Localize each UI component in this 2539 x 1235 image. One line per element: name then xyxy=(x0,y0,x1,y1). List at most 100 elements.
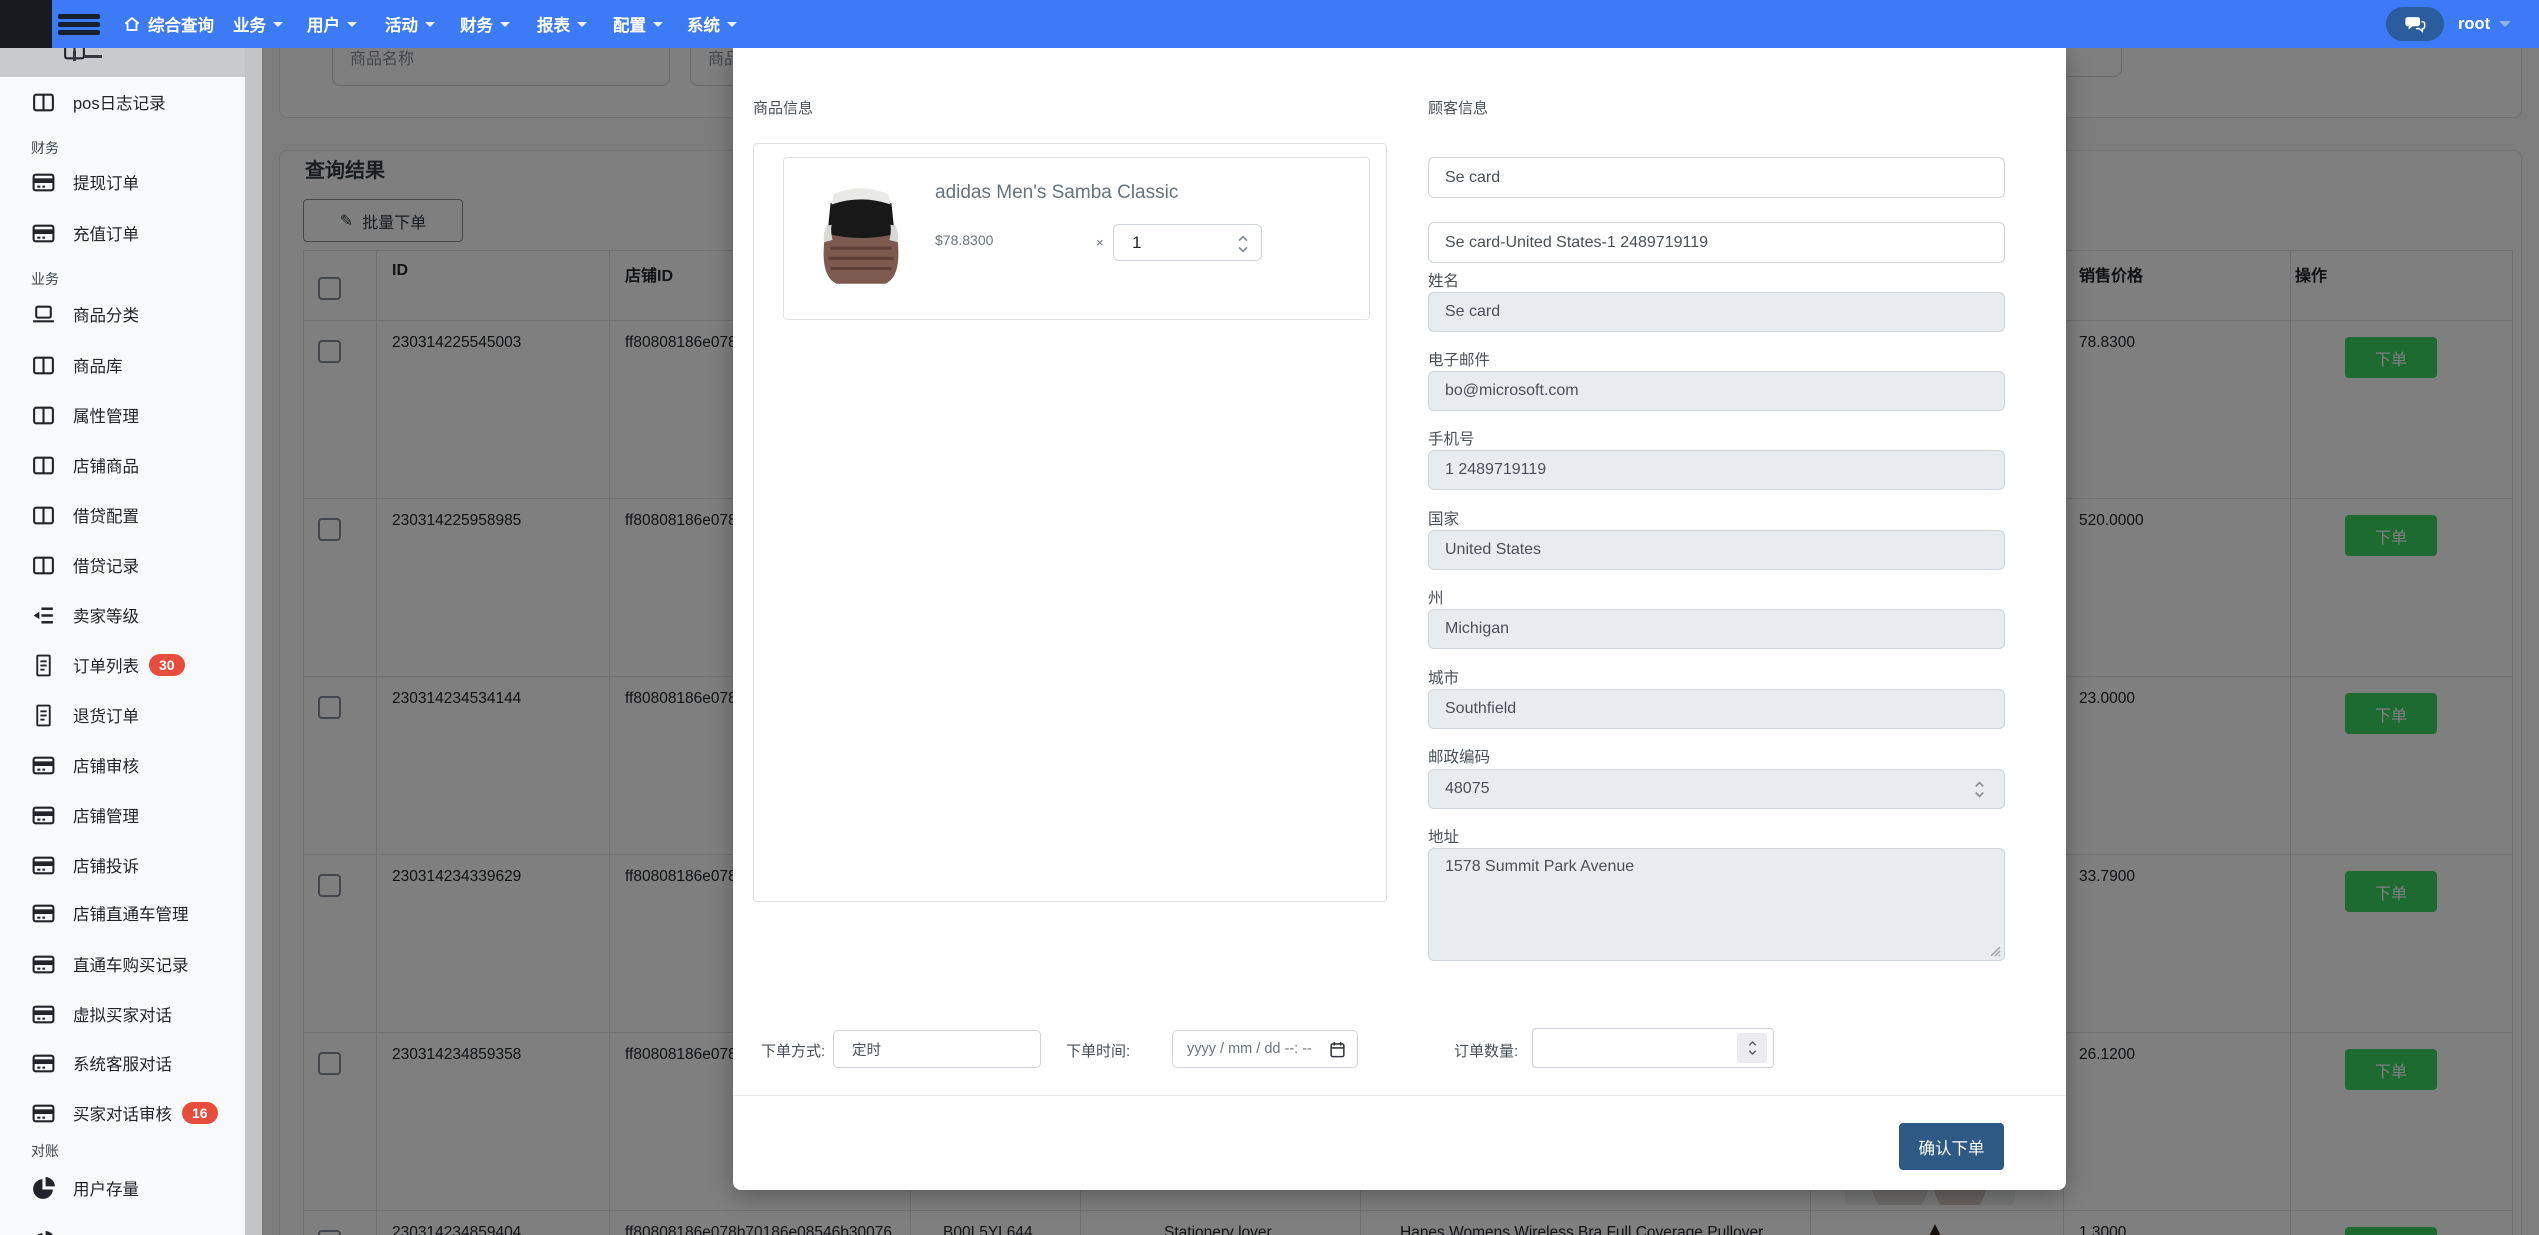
order-quantity-label: 订单数量: xyxy=(1454,1040,1518,1061)
pie-chart-icon xyxy=(31,1176,56,1201)
sidebar-item-attribute-mgmt[interactable]: 属性管理 xyxy=(0,390,245,440)
chevron-down-icon xyxy=(653,22,663,27)
customer-card-input[interactable]: Se card xyxy=(1428,157,2005,198)
order-time-input[interactable]: yyyy / mm / dd --: -- xyxy=(1172,1030,1358,1068)
order-method-select[interactable]: 定时 xyxy=(833,1030,1041,1068)
nav-item-composite-query[interactable]: 综合查询 xyxy=(123,0,214,48)
navbar-brand-block xyxy=(0,0,52,48)
nav-item-users[interactable]: 用户 xyxy=(307,0,357,48)
sidebar-item-recharge-orders[interactable]: 充值订单 xyxy=(0,208,245,258)
country-label: 国家 xyxy=(1428,507,1459,529)
zip-label: 邮政编码 xyxy=(1428,745,1490,767)
sidebar-item-system-service-chat[interactable]: 系统客服对话 xyxy=(0,1038,245,1088)
calendar-icon[interactable] xyxy=(1328,1040,1347,1059)
sidebar-section-finance: 财务 xyxy=(31,138,59,158)
credit-card-icon xyxy=(31,221,56,246)
sidebar-item-shop-review[interactable]: 店铺审核 xyxy=(0,740,245,790)
order-modal: 商品信息 adidas Men's Samba Classic $78.8300… xyxy=(733,47,2066,1190)
footer-divider xyxy=(733,1095,2066,1096)
top-navbar: 综合查询 业务 用户 活动 财务 报表 配置 系统 root xyxy=(0,0,2539,48)
username-label: root xyxy=(2458,15,2490,34)
columns-icon xyxy=(31,90,56,115)
confirm-order-button[interactable]: 确认下单 xyxy=(1899,1123,2004,1170)
phone-field: 1 2489719119 xyxy=(1428,450,2005,490)
credit-card-icon xyxy=(31,1051,56,1076)
file-invoice-icon xyxy=(31,653,56,678)
nav-item-business[interactable]: 业务 xyxy=(233,0,283,48)
chevron-down-icon xyxy=(2499,21,2511,27)
city-field: Southfield xyxy=(1428,689,2005,729)
columns-icon xyxy=(31,353,56,378)
resize-handle-icon[interactable] xyxy=(1989,945,2001,957)
email-label: 电子邮件 xyxy=(1428,348,1490,370)
sidebar-item-shop-complaints[interactable]: 店铺投诉 xyxy=(0,840,245,890)
state-field: Michigan xyxy=(1428,609,2005,649)
order-method-label: 下单方式: xyxy=(761,1040,825,1061)
state-label: 州 xyxy=(1428,586,1444,608)
chat-icon xyxy=(2404,13,2426,35)
sidebar-item-order-list[interactable]: 订单列表 30 xyxy=(0,640,245,690)
sidebar-item-buyer-chat-review[interactable]: 买家对话审核 16 xyxy=(0,1088,245,1138)
quantity-input[interactable]: 1 xyxy=(1113,224,1262,261)
sidebar: pos日志记录 财务 提现订单 充值订单 业务 商品分类 商品库 属性管理 店铺… xyxy=(0,47,245,1235)
credit-card-icon xyxy=(31,803,56,828)
sidebar-item-product-library[interactable]: 商品库 xyxy=(0,340,245,390)
chevron-down-icon xyxy=(500,22,510,27)
product-section-title: 商品信息 xyxy=(753,97,813,118)
sidebar-section-business: 业务 xyxy=(31,269,59,289)
user-menu[interactable]: root xyxy=(2458,0,2511,48)
spinner-icon[interactable] xyxy=(1737,1033,1767,1063)
chat-button[interactable] xyxy=(2386,7,2444,41)
nav-item-config[interactable]: 配置 xyxy=(613,0,663,48)
credit-card-icon xyxy=(31,1101,56,1126)
pie-chart-icon xyxy=(31,1230,56,1235)
laptop-icon xyxy=(31,302,56,327)
chevron-down-icon xyxy=(273,22,283,27)
sidebar-item-shop-mgmt[interactable]: 店铺管理 xyxy=(0,790,245,840)
credit-card-icon xyxy=(31,952,56,977)
city-label: 城市 xyxy=(1428,666,1459,688)
name-label: 姓名 xyxy=(1428,269,1459,291)
columns-icon xyxy=(31,453,56,478)
sidebar-item-partial-bottom[interactable] xyxy=(0,1217,245,1235)
sidebar-item-user-retention[interactable]: 用户存量 xyxy=(0,1163,245,1213)
address-label: 地址 xyxy=(1428,825,1459,847)
order-time-label: 下单时间: xyxy=(1066,1040,1130,1061)
product-price: $78.8300 xyxy=(935,232,993,248)
clipped-text-fragment xyxy=(73,51,76,61)
sidebar-scrollbar[interactable] xyxy=(245,47,262,1235)
home-icon xyxy=(123,15,141,33)
sidebar-item-product-category[interactable]: 商品分类 xyxy=(0,289,245,339)
nav-item-finance[interactable]: 财务 xyxy=(460,0,510,48)
address-textarea[interactable]: 1578 Summit Park Avenue xyxy=(1428,848,2005,961)
sidebar-item-through-train-mgmt[interactable]: 店铺直通车管理 xyxy=(0,888,245,938)
zip-field: 48075 xyxy=(1428,769,2005,809)
nav-item-system[interactable]: 系统 xyxy=(687,0,737,48)
chevron-down-icon xyxy=(347,22,357,27)
sidebar-item-shop-products[interactable]: 店铺商品 xyxy=(0,440,245,490)
sidebar-item-loan-config[interactable]: 借贷配置 xyxy=(0,490,245,540)
order-quantity-input[interactable] xyxy=(1532,1028,1774,1068)
chevron-down-icon xyxy=(425,22,435,27)
sidebar-item-through-train-purchases[interactable]: 直通车购买记录 xyxy=(0,939,245,989)
nav-item-reports[interactable]: 报表 xyxy=(537,0,587,48)
name-field: Se card xyxy=(1428,292,2005,332)
spinner-icon[interactable] xyxy=(1972,778,1990,802)
spinner-icon[interactable] xyxy=(1235,232,1253,256)
product-image xyxy=(800,177,922,299)
sidebar-item-loan-records[interactable]: 借贷记录 xyxy=(0,540,245,590)
credit-card-icon xyxy=(31,853,56,878)
nav-item-activities[interactable]: 活动 xyxy=(385,0,435,48)
sidebar-section-reconciliation: 对账 xyxy=(31,1141,59,1161)
sidebar-item-return-orders[interactable]: 退货订单 xyxy=(0,690,245,740)
sidebar-item-partial-top[interactable] xyxy=(0,47,245,77)
customer-summary-input[interactable]: Se card-United States-1 2489719119 xyxy=(1428,222,2005,263)
credit-card-icon xyxy=(31,1002,56,1027)
sidebar-item-withdraw-orders[interactable]: 提现订单 xyxy=(0,157,245,207)
phone-label: 手机号 xyxy=(1428,427,1475,449)
sidebar-item-pos-log[interactable]: pos日志记录 xyxy=(0,77,245,127)
sidebar-item-virtual-buyer-chat[interactable]: 虚拟买家对话 xyxy=(0,989,245,1039)
customer-section-title: 顾客信息 xyxy=(1428,97,1488,118)
sidebar-item-seller-level[interactable]: 卖家等级 xyxy=(0,590,245,640)
credit-card-icon xyxy=(31,170,56,195)
